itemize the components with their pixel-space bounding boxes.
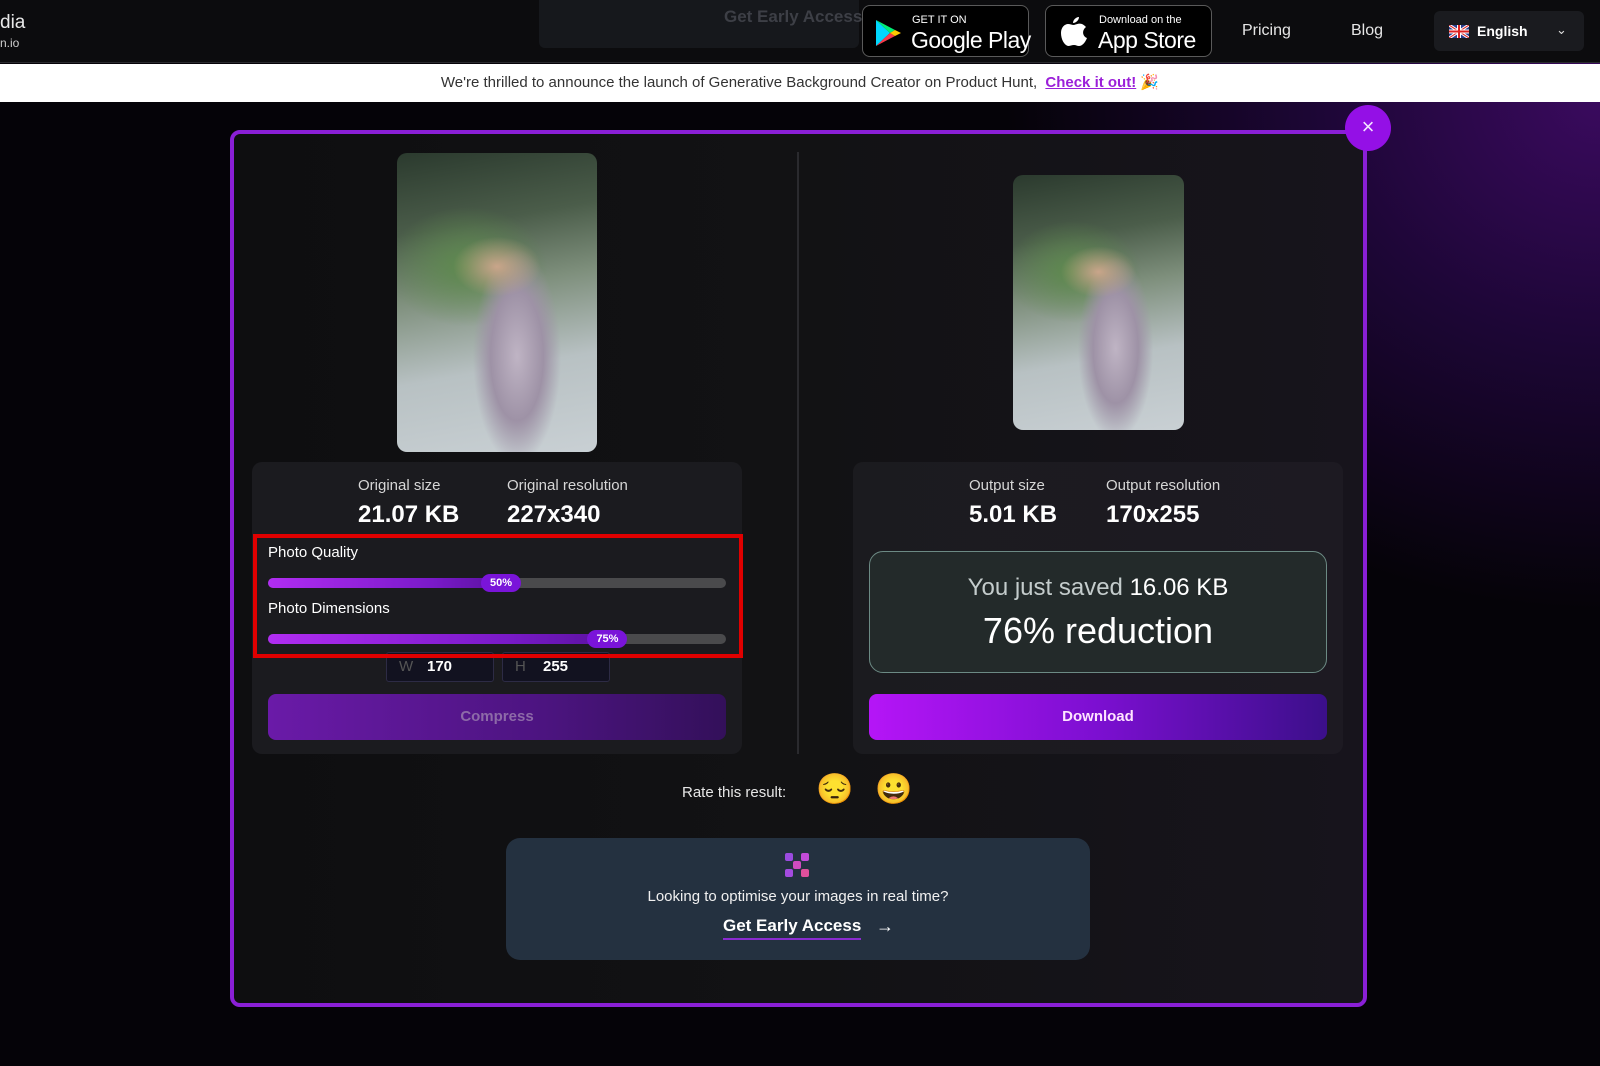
output-panel: Output size 5.01 KB Output resolution 17… — [853, 462, 1343, 754]
output-image — [1013, 175, 1184, 430]
promo-text: Looking to optimise your images in real … — [647, 888, 949, 905]
announcement-text: We're thrilled to announce the launch of… — [440, 74, 1038, 91]
width-input[interactable]: W 170 — [386, 652, 494, 682]
output-resolution-label: Output resolution — [1106, 477, 1221, 494]
output-size-value: 5.01 KB — [969, 501, 1058, 528]
party-popper-icon: 🎉 — [1140, 74, 1160, 91]
photo-quality-slider[interactable]: 50% — [268, 574, 726, 592]
original-size-label: Original size — [358, 477, 441, 494]
height-value: 255 — [543, 658, 569, 675]
original-resolution-label: Original resolution — [507, 477, 628, 494]
google-play-button[interactable]: GET IT ON Google Play — [862, 5, 1031, 57]
get-early-access-nav-button[interactable]: Get Early Access — [539, 0, 863, 48]
width-prefix: W — [399, 658, 414, 675]
early-access-promo: Looking to optimise your images in real … — [506, 838, 1090, 960]
photo-dimensions-fill — [268, 634, 608, 644]
savings-summary: You just saved 16.06 KB 76% reduction — [869, 551, 1327, 673]
photo-dimensions-handle[interactable]: 75% — [587, 630, 628, 648]
close-icon: × — [1361, 114, 1375, 139]
rate-bad-button[interactable]: 😔 — [816, 772, 853, 808]
get-early-access-nav-label: Get Early Access — [724, 7, 863, 26]
get-early-access-link[interactable]: Get Early Access — [723, 916, 862, 940]
top-nav: dia n.io Get Early Access GET IT ON Goog… — [0, 0, 1600, 63]
saved-prefix: You just saved — [967, 574, 1123, 601]
rate-label: Rate this result: — [682, 784, 787, 801]
logo-domain: n.io — [0, 36, 20, 50]
photo-dimensions-slider[interactable]: 75% — [268, 630, 726, 648]
original-image — [397, 153, 597, 452]
output-resolution-value: 170x255 — [1106, 501, 1200, 528]
app-store-small: Download on the — [1099, 14, 1182, 26]
uk-flag-icon — [1449, 25, 1469, 38]
chevron-down-icon: ⌄ — [1556, 22, 1567, 37]
google-play-icon — [876, 20, 901, 46]
reduction-percent: 76% reduction — [982, 610, 1214, 651]
download-button[interactable]: Download — [869, 694, 1327, 740]
original-resolution-value: 227x340 — [507, 501, 601, 528]
announcement-link[interactable]: Check it out! — [1045, 74, 1136, 91]
language-selector[interactable]: English ⌄ — [1434, 11, 1584, 51]
output-size-label: Output size — [969, 477, 1045, 494]
app-store-big: App Store — [1098, 27, 1196, 53]
photo-quality-handle[interactable]: 50% — [480, 574, 521, 592]
original-size-value: 21.07 KB — [358, 501, 460, 528]
arrow-right-icon: → — [876, 916, 894, 936]
announcement-bar: We're thrilled to announce the launch of… — [0, 64, 1600, 102]
logo-text[interactable]: dia — [0, 12, 25, 34]
nav-link-blog[interactable]: Blog — [1351, 22, 1383, 40]
brand-mark-icon — [785, 853, 809, 877]
nav-link-pricing[interactable]: Pricing — [1242, 22, 1291, 40]
google-play-big: Google Play — [911, 27, 1031, 53]
compress-button[interactable]: Compress — [268, 694, 726, 740]
app-store-button[interactable]: Download on the App Store — [1045, 5, 1212, 57]
close-modal-button[interactable]: × — [1345, 105, 1391, 151]
width-value: 170 — [427, 658, 453, 675]
saved-amount: 16.06 KB — [1129, 574, 1229, 601]
height-input[interactable]: H 255 — [502, 652, 610, 682]
photo-quality-fill — [268, 578, 501, 588]
original-panel: Original size 21.07 KB Original resoluti… — [252, 462, 742, 754]
page: dia n.io Get Early Access GET IT ON Goog… — [0, 0, 1600, 1066]
saved-line: You just saved 16.06 KB — [870, 574, 1326, 602]
height-prefix: H — [515, 658, 526, 675]
photo-quality-label: Photo Quality — [268, 544, 359, 561]
google-play-small: GET IT ON — [912, 14, 967, 26]
column-divider — [797, 152, 799, 754]
language-label: English — [1477, 23, 1528, 39]
photo-dimensions-label: Photo Dimensions — [268, 600, 390, 617]
apple-icon — [1061, 17, 1087, 46]
rate-good-button[interactable]: 😀 — [875, 772, 912, 808]
